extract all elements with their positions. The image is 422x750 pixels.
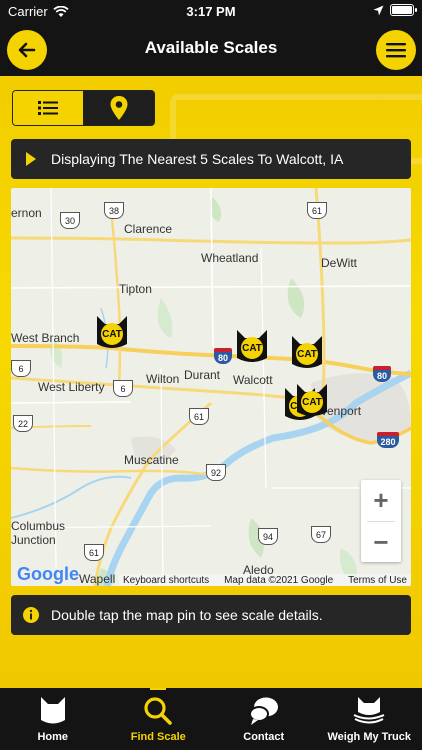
play-triangle-icon xyxy=(11,152,51,166)
status-bar: Carrier 3:17 PM xyxy=(0,0,422,22)
nearest-scales-text: Displaying The Nearest 5 Scales To Walco… xyxy=(51,151,344,167)
map-label-vernon: ernon xyxy=(11,206,42,220)
hamburger-menu-icon xyxy=(386,43,406,58)
map-hint-banner: Double tap the map pin to see scale deta… xyxy=(11,595,411,635)
cat-scale-pin-icon: CAT xyxy=(297,384,327,416)
cat-scale-pin-icon: CAT xyxy=(292,336,322,368)
scale-pin[interactable]: CAT xyxy=(95,314,129,350)
tab-find-scale[interactable]: Find Scale xyxy=(106,688,212,750)
map-label-walcott: Walcott xyxy=(233,373,273,387)
zoom-out-button[interactable]: − xyxy=(361,522,401,563)
google-logo-text: Google xyxy=(17,564,79,584)
map-label-west-branch: West Branch xyxy=(11,331,80,345)
google-logo: Google xyxy=(17,564,79,585)
tab-home-label: Home xyxy=(37,731,69,743)
zoom-in-button[interactable]: + xyxy=(361,480,401,521)
map-label-tipton: Tipton xyxy=(119,282,152,296)
menu-button[interactable] xyxy=(376,30,416,70)
zoom-controls: + − xyxy=(361,480,401,562)
tab-contact[interactable]: Contact xyxy=(211,688,317,750)
map-pin-icon xyxy=(110,96,128,120)
battery-icon xyxy=(390,4,417,16)
tab-find-scale-label: Find Scale xyxy=(130,731,186,743)
chat-bubbles-icon xyxy=(248,697,278,725)
tab-weigh-my-truck-label: Weigh My Truck xyxy=(327,731,412,743)
cat-head-icon xyxy=(40,697,65,724)
svg-text:CAT: CAT xyxy=(297,349,317,360)
route-shield: 92 xyxy=(206,464,226,481)
route-shield: 22 xyxy=(13,415,33,432)
scale-pin[interactable]: CAT xyxy=(295,382,329,418)
app-header: Available Scales xyxy=(0,22,422,76)
cat-scale-pin-icon: CAT xyxy=(237,330,267,362)
tab-contact-label: Contact xyxy=(243,731,285,743)
interstate-shield: 80 xyxy=(214,348,232,364)
page-title: Available Scales xyxy=(144,38,278,57)
route-shield: 30 xyxy=(60,212,80,229)
content-area: Displaying The Nearest 5 Scales To Walco… xyxy=(0,76,422,688)
svg-text:CAT: CAT xyxy=(102,329,122,340)
scale-pin[interactable]: CAT xyxy=(235,328,269,364)
map-label-wilton: Wilton xyxy=(146,372,180,386)
map-label-west-liberty: West Liberty xyxy=(38,380,105,394)
view-toggle xyxy=(12,90,155,126)
interstate-shield: 80 xyxy=(373,366,391,382)
map-view[interactable]: ernon Clarence Wheatland DeWitt Tipton W… xyxy=(11,188,411,586)
route-shield: 38 xyxy=(104,202,124,219)
list-icon xyxy=(38,101,58,115)
map-label-dewitt: DeWitt xyxy=(321,256,357,270)
tab-home[interactable]: Home xyxy=(0,688,106,750)
terms-of-use-link[interactable]: Terms of Use xyxy=(348,575,407,586)
map-view-button[interactable] xyxy=(84,91,154,125)
route-shield: 6 xyxy=(113,380,133,397)
search-icon xyxy=(144,697,173,725)
svg-text:CAT: CAT xyxy=(302,397,322,408)
map-label-columbus-junction: Columbus Junction xyxy=(11,519,66,547)
map-hint-text: Double tap the map pin to see scale deta… xyxy=(51,607,323,623)
location-arrow-icon xyxy=(373,5,384,15)
nearest-scales-banner: Displaying The Nearest 5 Scales To Walco… xyxy=(11,139,411,179)
route-shield: 6 xyxy=(11,360,31,377)
route-shield: 67 xyxy=(311,526,331,543)
route-shield: 61 xyxy=(189,408,209,425)
map-label-clarence: Clarence xyxy=(124,222,173,236)
list-view-button[interactable] xyxy=(13,91,84,125)
map-label-durant: Durant xyxy=(184,368,221,382)
keyboard-shortcuts-link[interactable]: Keyboard shortcuts xyxy=(123,575,209,586)
map-footer: Keyboard shortcuts Map data ©2021 Google… xyxy=(119,574,411,586)
map-label-wapello: Wapell xyxy=(79,572,116,586)
route-shield: 61 xyxy=(84,544,104,561)
active-tab-indicator xyxy=(150,688,167,690)
map-data-attribution: Map data ©2021 Google xyxy=(224,574,334,586)
svg-text:CAT: CAT xyxy=(242,343,262,354)
tab-weigh-my-truck[interactable]: Weigh My Truck xyxy=(317,688,422,750)
route-shield: 61 xyxy=(307,202,327,219)
scale-pin[interactable]: CAT xyxy=(290,334,324,370)
cat-truck-icon xyxy=(353,697,385,724)
cat-scale-pin-icon: CAT xyxy=(97,316,127,348)
status-right xyxy=(373,4,417,16)
status-time: 3:17 PM xyxy=(186,4,236,19)
map-label-muscatine: Muscatine xyxy=(124,453,179,467)
interstate-shield: 280 xyxy=(377,432,399,448)
info-icon xyxy=(11,606,51,624)
bottom-tab-bar: Home Find Scale Contact Weigh My Truck xyxy=(0,688,422,750)
route-shield: 94 xyxy=(258,528,278,545)
map-label-wheatland: Wheatland xyxy=(201,251,259,265)
